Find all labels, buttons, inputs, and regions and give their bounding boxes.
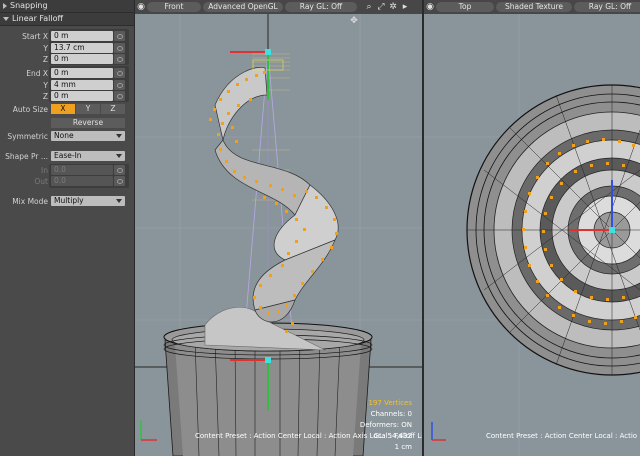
- view-front-button[interactable]: Front: [147, 2, 201, 12]
- shape-preset-dropdown[interactable]: Ease-In: [51, 151, 125, 161]
- in-field[interactable]: 0.0: [51, 165, 113, 175]
- end-y-field[interactable]: 4 mm: [51, 80, 113, 90]
- mix-mode-value: Multiply: [54, 196, 84, 205]
- ray-gl-button[interactable]: Ray GL: Off: [285, 2, 357, 12]
- start-z-channel-icon[interactable]: [114, 54, 125, 64]
- auto-size-x-button[interactable]: X: [51, 104, 75, 114]
- start-z-field[interactable]: 0 m: [51, 54, 113, 64]
- ray-gl-button[interactable]: Ray GL: Off: [574, 2, 640, 12]
- start-x-label: Start X: [22, 32, 48, 41]
- view-top-button[interactable]: Top: [436, 2, 494, 12]
- fit-icon[interactable]: ⤢: [376, 2, 386, 12]
- auto-size-label: Auto Size: [12, 105, 48, 114]
- helix-mesh: [214, 66, 339, 323]
- symmetric-dropdown[interactable]: None: [51, 131, 125, 141]
- viewport-options-icon[interactable]: ◉: [425, 2, 435, 12]
- shape-preset-value: Ease-In: [54, 151, 82, 160]
- falloff-title: Linear Falloff: [12, 14, 64, 23]
- top-viewport-scene: [424, 14, 640, 456]
- move-icon[interactable]: ✥: [349, 16, 359, 26]
- auto-size-y-button[interactable]: Y: [76, 104, 100, 114]
- expand-arrow-icon: [3, 16, 9, 21]
- start-y-field[interactable]: 13.7 cm: [51, 43, 113, 53]
- properties-panel: Snapping Linear Falloff Start X 0 m Y 13…: [0, 0, 135, 456]
- in-channel-icon[interactable]: [114, 165, 125, 175]
- settings-icon[interactable]: ✲: [388, 2, 398, 12]
- end-x-label: End X: [26, 69, 48, 78]
- front-viewport-scene: [135, 14, 422, 456]
- start-z-label: Z: [42, 55, 48, 64]
- grid-scale: 1 cm: [394, 443, 412, 451]
- end-z-field[interactable]: 0 m: [51, 91, 113, 101]
- snapping-title: Snapping: [10, 1, 48, 10]
- snapping-section-header[interactable]: Snapping: [0, 0, 134, 13]
- end-x-channel-icon[interactable]: [114, 68, 125, 78]
- symmetric-value: None: [54, 131, 74, 140]
- viewport-status-footer: Content Preset : Action Center Local : A…: [486, 432, 638, 440]
- dropdown-arrow-icon: [116, 199, 122, 203]
- vertex-count: 197 Vertices: [368, 399, 412, 407]
- axis-orientation-icon: [140, 420, 157, 441]
- channels-stat: Channels: 0: [370, 410, 412, 418]
- end-y-channel-icon[interactable]: [114, 80, 125, 90]
- in-label: In: [41, 166, 48, 175]
- shape-preset-label: Shape Pr ...: [5, 152, 48, 161]
- start-y-label: Y: [43, 44, 48, 53]
- top-viewport-header: ◉ Top Shaded Texture Ray GL: Off: [424, 0, 640, 14]
- start-x-channel-icon[interactable]: [114, 31, 125, 41]
- out-label: Out: [34, 177, 48, 186]
- search-icon[interactable]: ⌕: [364, 2, 374, 12]
- mix-mode-dropdown[interactable]: Multiply: [51, 196, 125, 206]
- more-arrow-icon[interactable]: ▸: [400, 2, 410, 12]
- start-y-channel-icon[interactable]: [114, 43, 125, 53]
- end-z-channel-icon[interactable]: [114, 91, 125, 101]
- viewport-options-icon[interactable]: ◉: [136, 2, 146, 12]
- render-mode-button[interactable]: Advanced OpenGL: [203, 2, 283, 12]
- auto-size-z-button[interactable]: Z: [101, 104, 125, 114]
- top-viewport[interactable]: ◉ Top Shaded Texture Ray GL: Off Content…: [424, 0, 640, 456]
- out-channel-icon[interactable]: [114, 176, 125, 186]
- out-field[interactable]: 0.0: [51, 176, 113, 186]
- deformers-stat: Deformers: ON: [359, 421, 412, 429]
- end-y-label: Y: [43, 81, 48, 90]
- axis-orientation-icon-top: [431, 422, 446, 441]
- end-z-label: Z: [42, 92, 48, 101]
- render-mode-button[interactable]: Shaded Texture: [496, 2, 572, 12]
- end-x-field[interactable]: 0 m: [51, 68, 113, 78]
- reverse-button[interactable]: Reverse: [51, 118, 125, 128]
- front-viewport-header: ◉ Front Advanced OpenGL Ray GL: Off ⌕ ⤢ …: [135, 0, 422, 14]
- falloff-section-header[interactable]: Linear Falloff: [0, 13, 134, 26]
- mix-mode-label: Mix Mode: [12, 197, 48, 206]
- symmetric-label: Symmetric: [7, 132, 48, 141]
- collapse-arrow-icon: [3, 2, 7, 9]
- viewport-status-footer: Content Preset : Action Center Local : A…: [195, 432, 422, 440]
- dropdown-arrow-icon: [116, 154, 122, 158]
- dropdown-arrow-icon: [116, 134, 122, 138]
- front-viewport[interactable]: ◉ Front Advanced OpenGL Ray GL: Off ⌕ ⤢ …: [135, 0, 422, 456]
- start-x-field[interactable]: 0 m: [51, 31, 113, 41]
